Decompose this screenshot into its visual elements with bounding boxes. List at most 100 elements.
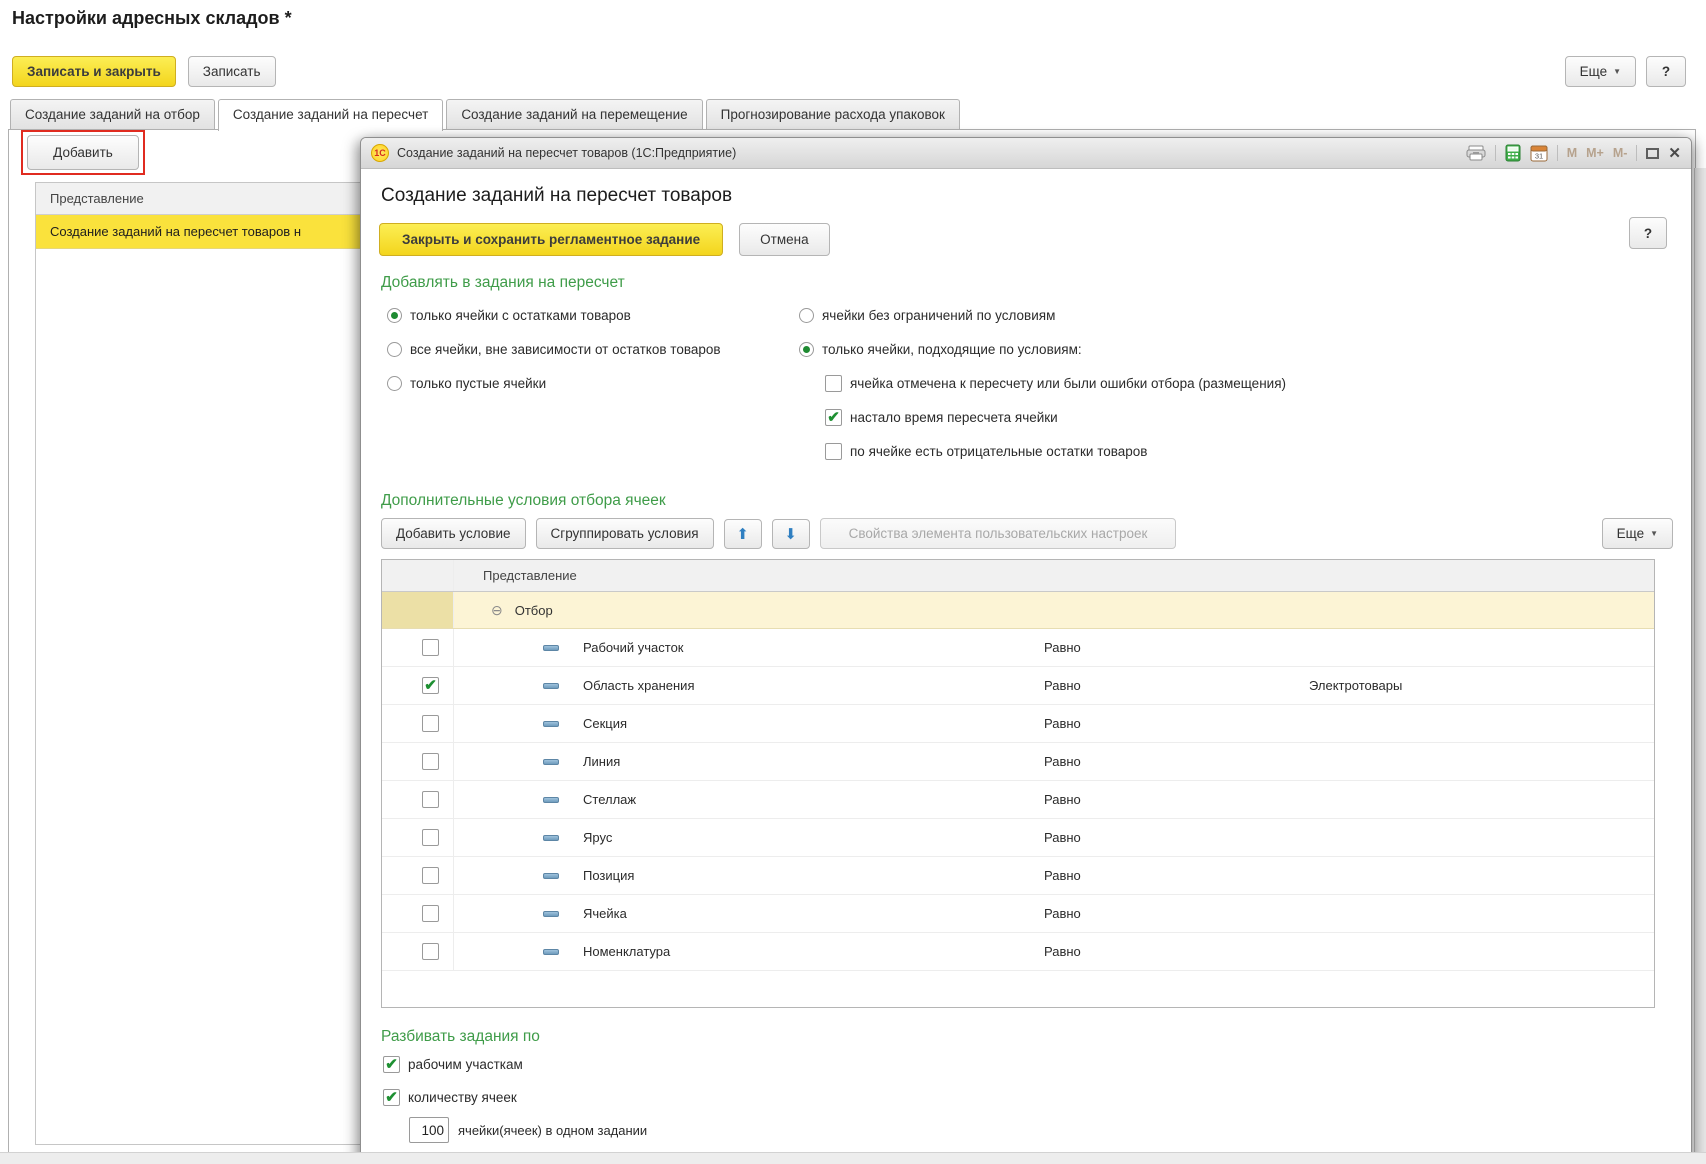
arrow-up-icon: ⬆ (736, 525, 749, 543)
chevron-down-icon: ▼ (1650, 529, 1658, 538)
table-row[interactable]: Рабочий участок Равно (382, 629, 1654, 667)
collapse-icon[interactable]: ⊖ (491, 602, 503, 619)
tab-packaging-forecast[interactable]: Прогнозирование расхода упаковок (706, 99, 960, 129)
dialog-help-button[interactable]: ? (1629, 217, 1667, 249)
add-options-grid: только ячейки с остатками товаров все яч… (387, 298, 1667, 468)
table-row[interactable]: Линия Равно (382, 743, 1654, 781)
red-annotation-box (21, 130, 145, 175)
tab-create-recount-tasks[interactable]: Создание заданий на пересчет (218, 99, 443, 131)
table-header-row: Представление (382, 560, 1654, 592)
user-settings-properties-button: Свойства элемента пользовательских настр… (820, 518, 1177, 549)
dialog-window-title: Создание заданий на пересчет товаров (1С… (397, 146, 736, 160)
condition-item-icon (543, 645, 559, 651)
save-button[interactable]: Записать (188, 56, 276, 87)
checkbox-icon[interactable] (422, 639, 439, 656)
add-condition-button[interactable]: Добавить условие (381, 518, 526, 549)
titlebar-separator (1495, 145, 1496, 161)
condition-item-icon (543, 759, 559, 765)
header-checkbox-column (382, 560, 454, 591)
condition-item-icon (543, 949, 559, 955)
dialog-titlebar[interactable]: 1С Создание заданий на пересчет товаров … (361, 138, 1691, 169)
dialog-heading: Создание заданий на пересчет товаров (381, 185, 1667, 207)
checkbox-by-cell-count[interactable]: ✔ количеству ячеек (383, 1081, 1667, 1114)
condition-item-icon (543, 873, 559, 879)
radio-icon (799, 342, 814, 357)
group-conditions-button[interactable]: Сгруппировать условия (536, 518, 714, 549)
radio-icon (387, 308, 402, 323)
section-header-add-to-tasks: Добавлять в задания на пересчет (381, 274, 1667, 292)
checkbox-icon[interactable] (422, 791, 439, 808)
checkbox-cell-marked-for-recount[interactable]: ячейка отмечена к пересчету или были оши… (825, 366, 1667, 400)
section-header-additional-conditions: Дополнительные условия отбора ячеек (381, 492, 1667, 510)
checkbox-icon[interactable] (422, 943, 439, 960)
radio-cells-matching-conditions[interactable]: только ячейки, подходящие по условиям: (799, 332, 1667, 366)
cancel-button[interactable]: Отмена (739, 223, 829, 256)
radio-icon (799, 308, 814, 323)
page-help-button[interactable]: ? (1646, 56, 1686, 87)
checkbox-recount-time-arrived[interactable]: ✔ настало время пересчета ячейки (825, 400, 1667, 434)
header-presentation-column[interactable]: Представление (454, 568, 1044, 583)
table-group-row-otbor[interactable]: ⊖Отбор (382, 592, 1654, 629)
move-up-button[interactable]: ⬆ (724, 519, 762, 549)
maximize-icon[interactable] (1646, 148, 1659, 159)
1c-logo-icon: 1С (371, 144, 389, 162)
arrow-down-icon: ⬇ (784, 525, 797, 543)
conditions-toolbar: Добавить условие Сгруппировать условия ⬆… (381, 518, 1673, 549)
table-row[interactable]: Стеллаж Равно (382, 781, 1654, 819)
table-row[interactable]: Ячейка Равно (382, 895, 1654, 933)
table-row[interactable]: Ярус Равно (382, 819, 1654, 857)
radio-all-cells[interactable]: все ячейки, вне зависимости от остатков … (387, 332, 799, 366)
checkbox-icon (825, 443, 842, 460)
cells-per-task-input[interactable] (409, 1117, 449, 1143)
checkbox-icon[interactable]: ✔ (422, 677, 439, 694)
checkbox-icon[interactable] (422, 829, 439, 846)
table-row[interactable]: Секция Равно (382, 705, 1654, 743)
tab-create-movement-tasks[interactable]: Создание заданий на перемещение (446, 99, 702, 129)
checkbox-icon[interactable] (422, 905, 439, 922)
radio-icon (387, 376, 402, 391)
page-vertical-scrollbar[interactable] (1694, 168, 1706, 1164)
condition-item-icon (543, 797, 559, 803)
move-down-button[interactable]: ⬇ (772, 519, 810, 549)
condition-item-icon (543, 683, 559, 689)
checkbox-icon[interactable] (422, 715, 439, 732)
titlebar-separator (1636, 145, 1637, 161)
checkbox-icon[interactable] (422, 753, 439, 770)
bottom-scrollbar-strip[interactable] (0, 1152, 1706, 1164)
chevron-down-icon: ▼ (1613, 67, 1621, 76)
checkbox-icon: ✔ (825, 409, 842, 426)
radio-cells-no-restrictions[interactable]: ячейки без ограничений по условиям (799, 298, 1667, 332)
checkbox-by-work-areas[interactable]: ✔ рабочим участкам (383, 1048, 1667, 1081)
calendar-icon[interactable]: 31 (1530, 144, 1548, 162)
radio-only-empty-cells[interactable]: только пустые ячейки (387, 366, 799, 400)
condition-item-icon (543, 835, 559, 841)
radio-icon (387, 342, 402, 357)
conditions-more-button[interactable]: Еще▼ (1602, 518, 1673, 549)
save-and-close-button[interactable]: Записать и закрыть (12, 56, 176, 87)
svg-text:31: 31 (1535, 152, 1543, 161)
page-more-button[interactable]: Еще▼ (1565, 56, 1636, 87)
titlebar-separator (1557, 145, 1558, 161)
recount-tasks-dialog: 1С Создание заданий на пересчет товаров … (360, 137, 1692, 1164)
section-header-split-tasks: Разбивать задания по (381, 1028, 1667, 1046)
tab-create-picking-tasks[interactable]: Создание заданий на отбор (10, 99, 215, 129)
memory-m-button[interactable]: M (1567, 146, 1577, 160)
table-row[interactable]: Номенклатура Равно (382, 933, 1654, 971)
condition-item-icon (543, 911, 559, 917)
memory-m-plus-button[interactable]: M+ (1586, 146, 1604, 160)
checkbox-icon[interactable] (422, 867, 439, 884)
page-command-bar: Записать и закрыть Записать Еще▼ ? (12, 52, 1686, 90)
conditions-table: Представление ⊖Отбор Рабочий участок Рав… (381, 559, 1655, 1008)
table-empty-row (382, 971, 1654, 1007)
print-icon[interactable] (1466, 145, 1486, 161)
checkbox-negative-stock[interactable]: по ячейке есть отрицательные остатки тов… (825, 434, 1667, 468)
memory-m-minus-button[interactable]: M- (1613, 146, 1628, 160)
table-row[interactable]: ✔ Область хранения Равно Электротовары (382, 667, 1654, 705)
calculator-icon[interactable] (1505, 144, 1521, 162)
radio-only-cells-with-stock[interactable]: только ячейки с остатками товаров (387, 298, 799, 332)
condition-item-icon (543, 721, 559, 727)
close-and-save-job-button[interactable]: Закрыть и сохранить регламентное задание (379, 223, 723, 256)
page-title: Настройки адресных складов * (12, 8, 292, 29)
table-row[interactable]: Позиция Равно (382, 857, 1654, 895)
close-icon[interactable]: ✕ (1668, 144, 1681, 162)
